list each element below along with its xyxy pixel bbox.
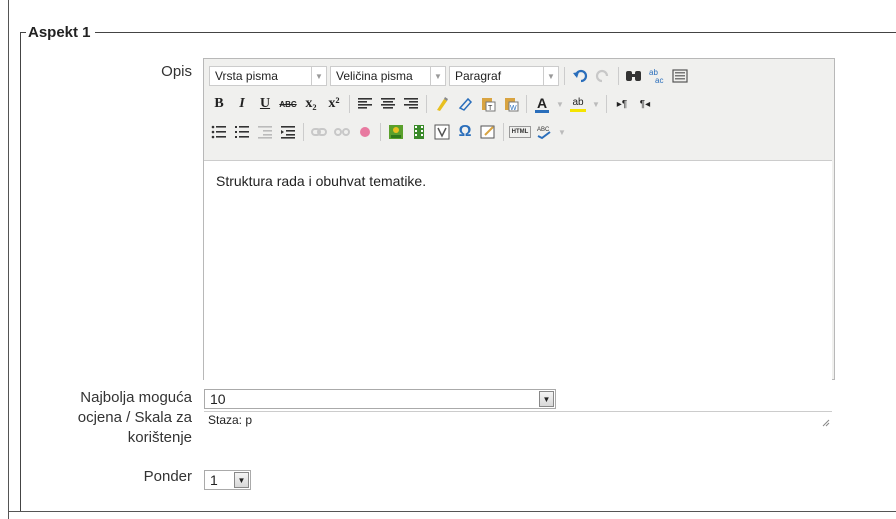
- svg-text:W: W: [510, 105, 517, 112]
- subscript-icon[interactable]: x₂: [301, 94, 321, 114]
- toolbar-separator: [426, 95, 427, 113]
- paragraph-label: Paragraf: [455, 69, 502, 83]
- superscript-icon[interactable]: x²: [324, 94, 344, 114]
- paste-text-icon[interactable]: T: [478, 94, 498, 114]
- weight-label: Ponder: [143, 468, 192, 485]
- chevron-down-icon: ▼: [234, 472, 249, 488]
- highlight-color-icon[interactable]: ab: [568, 94, 588, 114]
- fieldset-legend: Aspekt 1: [26, 24, 95, 41]
- indent-icon[interactable]: [278, 122, 298, 142]
- editor-status-bar: Staza: p: [204, 411, 832, 429]
- emoticon-icon[interactable]: [432, 122, 452, 142]
- chevron-down-icon[interactable]: ▼: [555, 94, 565, 114]
- link-icon[interactable]: [309, 122, 329, 142]
- toolbar-separator: [503, 123, 504, 141]
- editor-path: Staza: p: [208, 413, 253, 427]
- text-color-glyph: A: [536, 94, 548, 111]
- chevron-down-icon: ▼: [311, 67, 326, 85]
- unlink-icon[interactable]: [332, 122, 352, 142]
- image-icon[interactable]: [386, 122, 406, 142]
- svg-text:ABC: ABC: [537, 127, 550, 133]
- grade-select-value: 10: [210, 391, 226, 407]
- anchor-icon[interactable]: [355, 122, 375, 142]
- weight-select-value: 1: [210, 472, 218, 488]
- paragraph-select[interactable]: Paragraf ▼: [449, 66, 559, 86]
- svg-text:T: T: [488, 105, 493, 112]
- bold-icon[interactable]: B: [209, 94, 229, 114]
- toolbar-separator: [349, 95, 350, 113]
- chevron-down-icon: ▼: [430, 67, 445, 85]
- align-right-icon[interactable]: [401, 94, 421, 114]
- fieldset-top-border: [20, 32, 896, 33]
- toolbar-separator: [526, 95, 527, 113]
- font-size-select[interactable]: Veličina pisma ▼: [330, 66, 446, 86]
- align-left-icon[interactable]: [355, 94, 375, 114]
- spellcheck-icon[interactable]: ABC: [534, 122, 554, 142]
- chevron-down-icon: ▼: [539, 391, 554, 407]
- resize-handle-icon[interactable]: [820, 417, 830, 427]
- page-bottom-border: [8, 511, 896, 512]
- align-center-icon[interactable]: [378, 94, 398, 114]
- chevron-down-icon[interactable]: ▼: [591, 94, 601, 114]
- grade-label-line-3: korištenje: [127, 429, 192, 446]
- replace-icon[interactable]: ab ac: [647, 66, 667, 86]
- ltr-icon[interactable]: ▸¶: [612, 94, 632, 114]
- underline-icon[interactable]: U: [255, 94, 275, 114]
- fieldset-left-border: [20, 32, 21, 511]
- chevron-down-icon[interactable]: ▼: [557, 122, 567, 142]
- grade-select[interactable]: 10 ▼: [204, 389, 556, 409]
- text-color-icon[interactable]: A: [532, 94, 552, 114]
- outdent-icon[interactable]: [255, 122, 275, 142]
- editor-content-area[interactable]: Struktura rada i obuhvat tematike.: [204, 160, 832, 412]
- toolbar-row-2: B I U ABC x₂ x² T W A ▼ ab ▼ ▸¶ ¶◂: [209, 91, 655, 117]
- rtl-icon[interactable]: ¶◂: [635, 94, 655, 114]
- paste-word-icon[interactable]: W: [501, 94, 521, 114]
- description-label: Opis: [161, 63, 192, 80]
- grade-label: Najbolja moguća ocjena / Skala za korišt…: [30, 388, 192, 448]
- cleanup-icon[interactable]: [432, 94, 452, 114]
- chevron-down-icon: ▼: [543, 67, 558, 85]
- toolbar-row-1: Vrsta pisma ▼ Veličina pisma ▼ Paragraf …: [209, 63, 690, 89]
- html-icon[interactable]: HTML: [509, 126, 531, 138]
- italic-icon[interactable]: I: [232, 94, 252, 114]
- page-left-border: [8, 0, 9, 519]
- font-family-select[interactable]: Vrsta pisma ▼: [209, 66, 327, 86]
- editor-content-text: Struktura rada i obuhvat tematike.: [216, 173, 427, 189]
- redo-icon[interactable]: [593, 66, 613, 86]
- toolbar-row-3: Ω HTML ABC ▼: [209, 119, 567, 145]
- toolbar-separator: [606, 95, 607, 113]
- toolbar-separator: [303, 123, 304, 141]
- highlight-glyph: ab: [572, 96, 584, 108]
- media-icon[interactable]: [409, 122, 429, 142]
- bullet-list-icon[interactable]: [209, 122, 229, 142]
- toolbar-separator: [380, 123, 381, 141]
- remove-format-icon[interactable]: [455, 94, 475, 114]
- weight-select[interactable]: 1 ▼: [204, 470, 251, 490]
- grade-label-line-1: Najbolja moguća: [80, 389, 192, 406]
- special-char-icon[interactable]: Ω: [455, 122, 475, 142]
- rich-text-editor: Vrsta pisma ▼ Veličina pisma ▼ Paragraf …: [203, 58, 835, 427]
- font-family-label: Vrsta pisma: [215, 69, 278, 83]
- nonbreaking-icon[interactable]: [478, 122, 498, 142]
- numbered-list-icon[interactable]: [232, 122, 252, 142]
- grade-label-line-2: ocjena / Skala za: [77, 409, 192, 426]
- font-size-label: Veličina pisma: [336, 69, 413, 83]
- toolbar-separator: [618, 67, 619, 85]
- toolbar-separator: [564, 67, 565, 85]
- svg-text:ac: ac: [655, 76, 663, 85]
- fullscreen-icon[interactable]: [670, 66, 690, 86]
- undo-icon[interactable]: [570, 66, 590, 86]
- find-icon[interactable]: [624, 66, 644, 86]
- strikethrough-icon[interactable]: ABC: [278, 94, 298, 114]
